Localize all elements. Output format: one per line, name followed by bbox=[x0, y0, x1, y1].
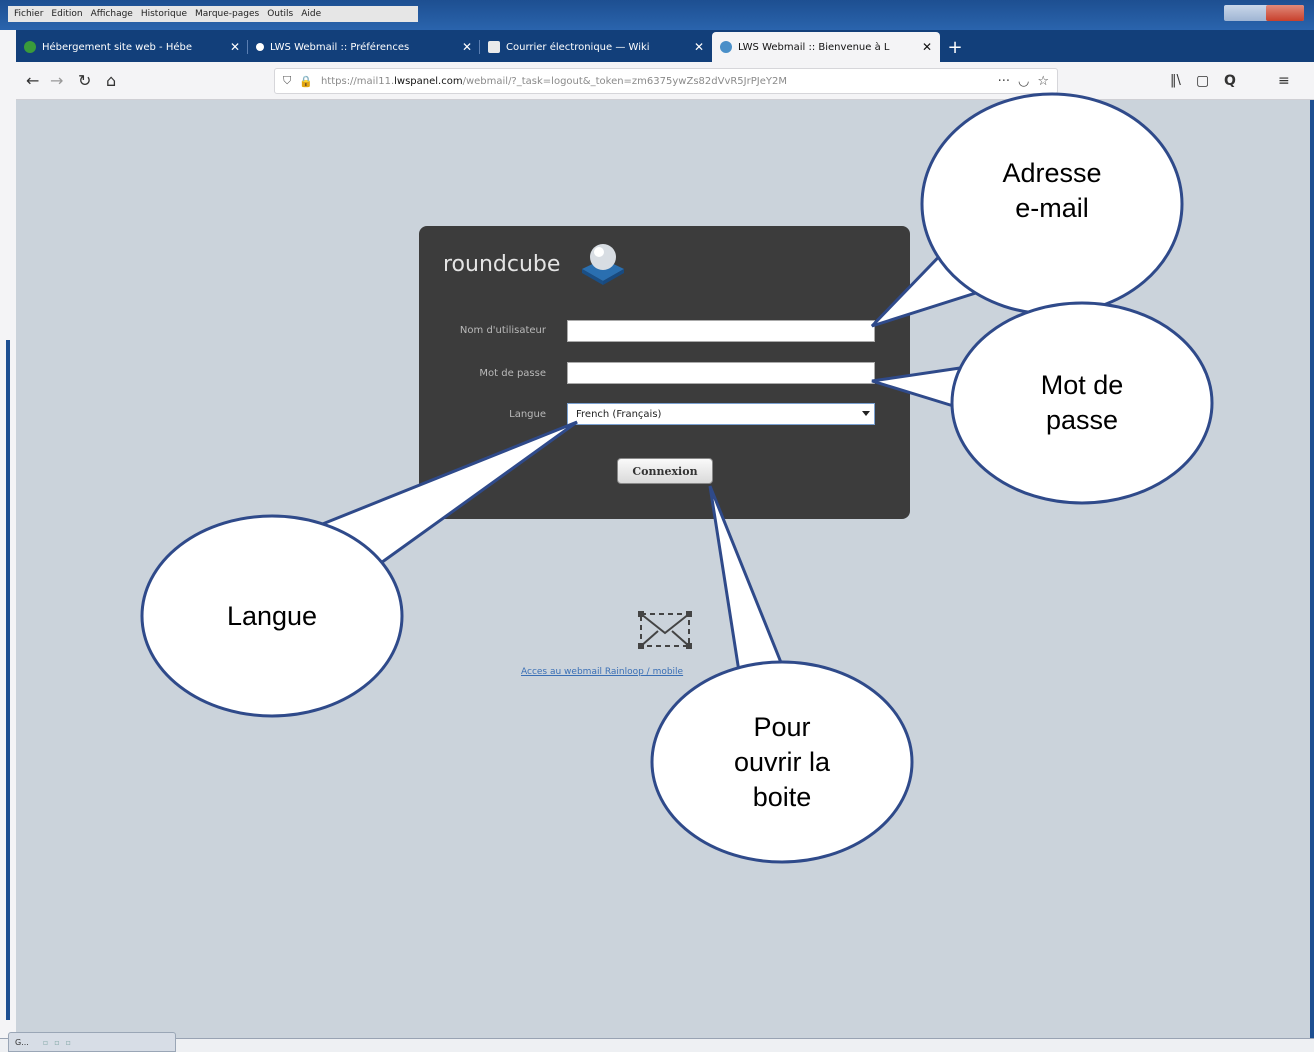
callout-open-line1: Pour bbox=[753, 712, 811, 742]
callout-password-line1: Mot de bbox=[1040, 370, 1124, 400]
taskbar-button[interactable]: G... ▫▫▫ bbox=[8, 1032, 176, 1052]
callout-open-pointer bbox=[708, 485, 784, 680]
callout-open-line3: boite bbox=[752, 782, 812, 812]
window-bottom-border bbox=[0, 1038, 1314, 1052]
callout-email-line1: Adresse bbox=[1002, 158, 1102, 188]
callout-open-line2: ouvrir la bbox=[733, 747, 831, 777]
callout-password-text: Mot de passe bbox=[1002, 368, 1162, 438]
taskbar-label: G... bbox=[15, 1037, 29, 1047]
callout-password-pointer bbox=[871, 366, 962, 411]
callout-language-line1: Langue bbox=[226, 601, 318, 631]
callout-email-text: Adresse e-mail bbox=[972, 156, 1132, 226]
callout-language-text: Langue bbox=[192, 599, 352, 634]
callout-open-text: Pour ouvrir la boite bbox=[702, 710, 862, 815]
callout-email-line2: e-mail bbox=[1015, 193, 1089, 223]
callout-password-line2: passe bbox=[1045, 405, 1119, 435]
taskbar-icons: ▫▫▫ bbox=[42, 1037, 78, 1047]
